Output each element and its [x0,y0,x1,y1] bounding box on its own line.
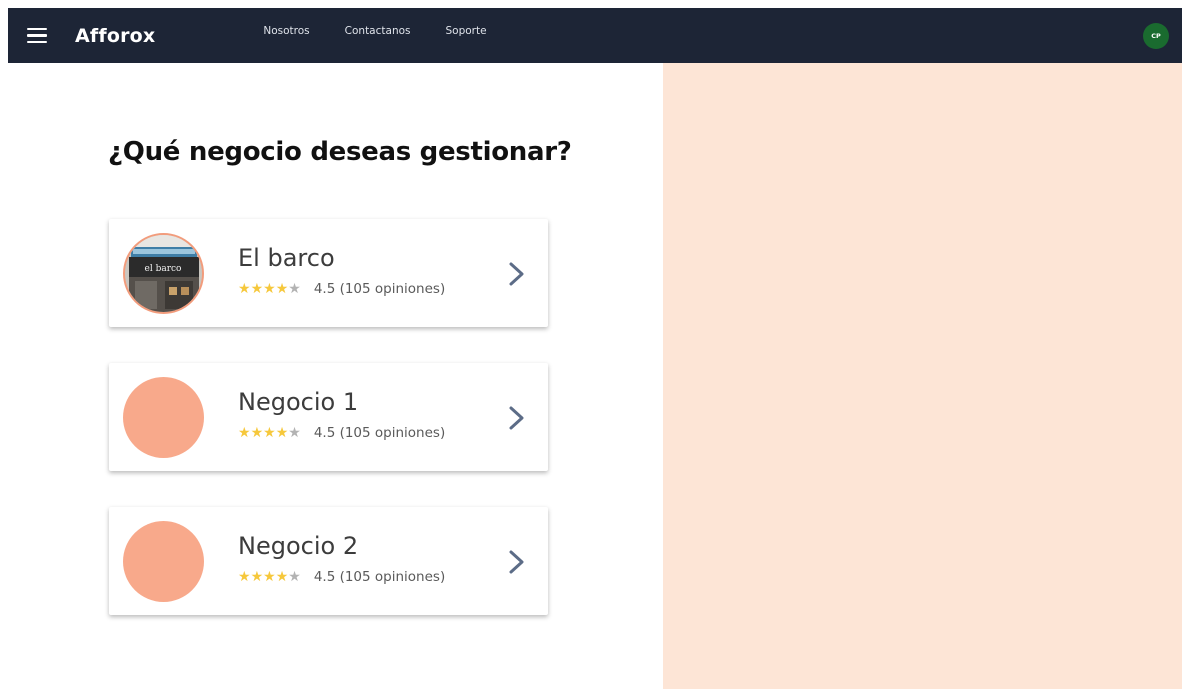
nav-link-soporte[interactable]: Soporte [446,25,487,37]
business-photo-placeholder [123,377,204,458]
storefront-image: el barco [125,235,202,312]
business-card-negocio-2[interactable]: Negocio 2 ★ ★ ★ ★ ★ 4.5 (105 opiniones) [109,507,548,615]
star-icon: ★ [263,569,276,585]
star-empty-icon: ★ [288,569,301,585]
business-card-el-barco[interactable]: el barco El barco ★ ★ ★ ★ ★ 4.5 (105 opi… [109,219,548,327]
star-rating: ★ ★ ★ ★ ★ [238,426,301,440]
business-rating: ★ ★ ★ ★ ★ 4.5 (105 opiniones) [238,281,445,297]
business-name: Negocio 2 [238,532,359,560]
rating-text: 4.5 (105 opiniones) [313,569,446,585]
rating-text: 4.5 (105 opiniones) [313,425,446,441]
star-icon: ★ [263,281,276,297]
brand-logo[interactable]: Afforox [75,25,155,47]
star-icon: ★ [250,425,264,441]
side-panel [663,63,1182,689]
star-icon: ★ [250,569,264,585]
rating-text: 4.5 (105 opiniones) [313,281,446,297]
chevron-right-icon[interactable] [506,549,528,575]
nav-link-nosotros[interactable]: Nosotros [263,25,309,37]
page-title: ¿Qué negocio deseas gestionar? [108,137,572,167]
star-icon: ★ [275,281,289,297]
page: Afforox Nosotros Contactanos Soporte CP … [0,0,1182,689]
business-photo: el barco [123,233,204,314]
chevron-right-icon[interactable] [506,261,528,287]
business-rating: ★ ★ ★ ★ ★ 4.5 (105 opiniones) [238,569,445,585]
star-icon: ★ [250,281,264,297]
business-name: Negocio 1 [238,388,359,416]
star-icon: ★ [275,425,289,441]
business-photo-placeholder [123,521,204,602]
business-name: El barco [238,244,335,272]
star-empty-icon: ★ [288,425,301,441]
user-avatar[interactable]: CP [1143,23,1169,49]
storefront-sign-text: el barco [145,264,182,274]
star-icon: ★ [238,425,251,441]
star-icon: ★ [238,569,251,585]
chevron-right-icon[interactable] [506,405,528,431]
main-nav: Nosotros Contactanos Soporte [263,25,486,42]
business-card-negocio-1[interactable]: Negocio 1 ★ ★ ★ ★ ★ 4.5 (105 opiniones) [109,363,548,471]
top-navigation-bar: Afforox Nosotros Contactanos Soporte CP [8,8,1182,63]
star-icon: ★ [263,425,276,441]
nav-link-contactanos[interactable]: Contactanos [345,25,411,37]
star-empty-icon: ★ [288,281,301,297]
star-rating: ★ ★ ★ ★ ★ [238,570,301,584]
hamburger-menu-icon[interactable] [27,27,47,44]
star-rating: ★ ★ ★ ★ ★ [238,282,301,296]
star-icon: ★ [238,281,251,297]
business-rating: ★ ★ ★ ★ ★ 4.5 (105 opiniones) [238,425,445,441]
star-icon: ★ [275,569,289,585]
